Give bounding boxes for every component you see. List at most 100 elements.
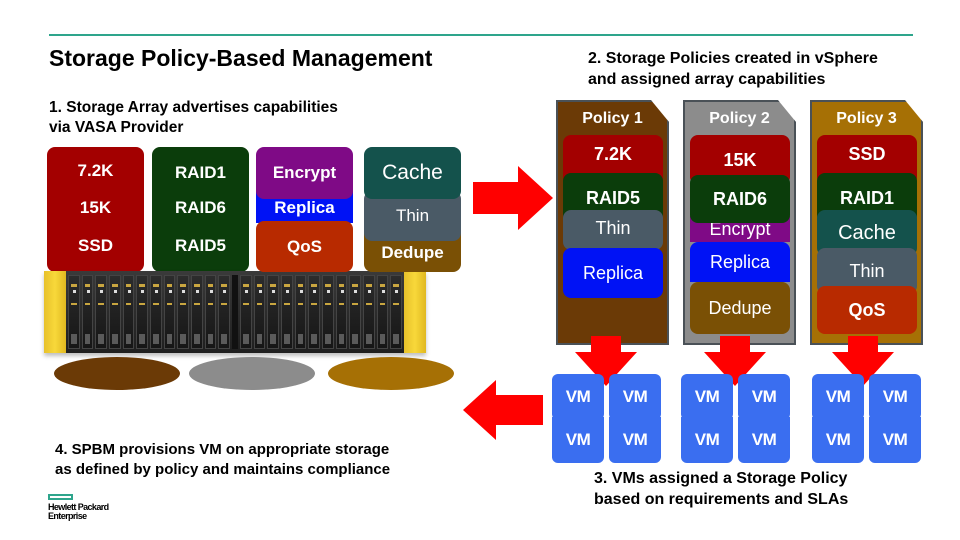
vm-policy-3-b: VM bbox=[869, 374, 921, 420]
capability-raid6: RAID6 bbox=[174, 198, 226, 217]
hpe-logo-text: Hewlett Packard Enterprise bbox=[48, 503, 109, 521]
array-left-bezel bbox=[44, 271, 66, 353]
drive-led-icon bbox=[113, 290, 117, 293]
vm-policy-1-d: VM bbox=[609, 417, 661, 463]
drive-latch bbox=[379, 334, 386, 344]
drive-bay bbox=[253, 275, 266, 349]
drive-latch bbox=[194, 334, 200, 344]
drive-led-icon bbox=[340, 290, 344, 293]
capability-raid5: RAID5 bbox=[174, 236, 226, 255]
step-4-line-2: as defined by policy and maintains compl… bbox=[55, 461, 391, 478]
drive-latch bbox=[311, 334, 318, 344]
drive-latch bbox=[325, 334, 331, 344]
drive-latch bbox=[153, 334, 159, 344]
drive-bay bbox=[177, 275, 190, 349]
vm-policy-2-c: VM bbox=[681, 417, 733, 463]
drive-led-icon bbox=[209, 290, 213, 293]
step-2-line-1: 2. Storage Policies created in vSphere bbox=[588, 50, 878, 67]
drive-bay bbox=[81, 275, 94, 349]
drive-led-icon bbox=[258, 290, 262, 293]
capability-cache: Cache bbox=[364, 147, 461, 199]
vm-policy-2-d: VM bbox=[738, 417, 790, 463]
drive-latch bbox=[166, 334, 173, 344]
policy-2-capability-replica: Replica bbox=[690, 242, 790, 282]
step-2-line-2: and assigned array capabilities bbox=[588, 71, 826, 88]
drive-latch bbox=[180, 334, 187, 344]
capability-column-raid: RAID1 RAID6 RAID5 bbox=[152, 147, 249, 272]
vm-policy-1-b: VM bbox=[609, 374, 661, 420]
vm-policy-3-c: VM bbox=[812, 417, 864, 463]
drive-led-icon bbox=[141, 290, 145, 293]
drive-latch bbox=[207, 334, 214, 344]
drive-latch bbox=[71, 334, 77, 344]
drive-bay bbox=[308, 275, 321, 349]
array-center-divider bbox=[232, 275, 239, 349]
drive-bay bbox=[191, 275, 203, 349]
step-1-caption: 1. Storage Array advertises capabilities… bbox=[49, 98, 338, 138]
drive-bay bbox=[349, 275, 362, 349]
step-3-line-2: based on requirements and SLAs bbox=[594, 491, 849, 508]
drive-led-icon bbox=[244, 290, 248, 293]
policy-2-capability-dedupe: Dedupe bbox=[690, 282, 790, 334]
drive-led-icon bbox=[285, 290, 289, 293]
drive-led-icon bbox=[182, 290, 186, 293]
step-3-line-1: 3. VMs assigned a Storage Policy bbox=[594, 470, 848, 487]
storage-array-image bbox=[44, 271, 426, 353]
drive-led-icon bbox=[354, 290, 358, 293]
array-right-bezel bbox=[404, 271, 426, 353]
drive-led-icon bbox=[154, 290, 158, 293]
drive-latch bbox=[338, 334, 345, 344]
drive-bay bbox=[294, 275, 307, 349]
drive-latch bbox=[112, 334, 118, 344]
drive-latch bbox=[352, 334, 359, 344]
arrow-left-icon bbox=[463, 380, 543, 440]
drive-bay bbox=[240, 275, 252, 349]
drive-latch bbox=[221, 334, 228, 344]
drive-latch bbox=[297, 334, 304, 344]
capability-15k: 15K bbox=[79, 198, 112, 217]
step-3-caption: 3. VMs assigned a Storage Policy based o… bbox=[594, 468, 848, 510]
drive-latch bbox=[98, 334, 105, 344]
drive-bay bbox=[150, 275, 162, 349]
drive-bay bbox=[136, 275, 149, 349]
drive-latch bbox=[84, 334, 91, 344]
capability-column-data-services: Encrypt Replica QoS bbox=[256, 147, 353, 272]
vm-policy-2-a: VM bbox=[681, 374, 733, 420]
drive-bay bbox=[335, 275, 348, 349]
drive-led-icon bbox=[127, 290, 131, 293]
drive-bay bbox=[363, 275, 375, 349]
policy-card-2: Policy 2 15K RAID6 Encrypt Replica Dedup… bbox=[683, 100, 796, 345]
step-2-caption: 2. Storage Policies created in vSphere a… bbox=[588, 48, 878, 90]
policy-1-capability-thin: Thin bbox=[563, 210, 663, 250]
policy-1-capability-replica: Replica bbox=[563, 248, 663, 298]
step-1-line-2: via VASA Provider bbox=[49, 119, 184, 136]
drive-led-icon bbox=[72, 290, 76, 293]
drive-led-icon bbox=[195, 290, 199, 293]
drive-bay bbox=[267, 275, 280, 349]
drive-bay bbox=[322, 275, 334, 349]
vm-policy-2-b: VM bbox=[738, 374, 790, 420]
policy-card-3: Policy 3 SSD RAID1 Cache Thin QoS bbox=[810, 100, 923, 345]
drive-led-icon bbox=[381, 290, 385, 293]
storage-pool-3 bbox=[328, 357, 454, 390]
vm-policy-3-a: VM bbox=[812, 374, 864, 420]
drive-bay bbox=[218, 275, 231, 349]
drive-latch bbox=[284, 334, 290, 344]
capability-ssd: SSD bbox=[78, 236, 113, 255]
drive-led-icon bbox=[168, 290, 172, 293]
drive-bay bbox=[95, 275, 108, 349]
capability-encrypt: Encrypt bbox=[256, 147, 353, 199]
policy-3-title: Policy 3 bbox=[836, 110, 897, 127]
drive-bay bbox=[109, 275, 121, 349]
drive-led-icon bbox=[272, 290, 276, 293]
storage-pool-1 bbox=[54, 357, 180, 390]
hpe-logo-bar-icon bbox=[48, 494, 73, 500]
drive-led-icon bbox=[223, 290, 227, 293]
policy-2-capability-raid: RAID6 bbox=[690, 175, 790, 223]
drive-led-icon bbox=[326, 290, 330, 293]
header-rule-right bbox=[549, 34, 913, 36]
drive-latch bbox=[125, 334, 132, 344]
hpe-logo-line-2: Enterprise bbox=[48, 511, 87, 521]
drive-latch bbox=[243, 334, 249, 344]
drive-bay bbox=[390, 275, 403, 349]
